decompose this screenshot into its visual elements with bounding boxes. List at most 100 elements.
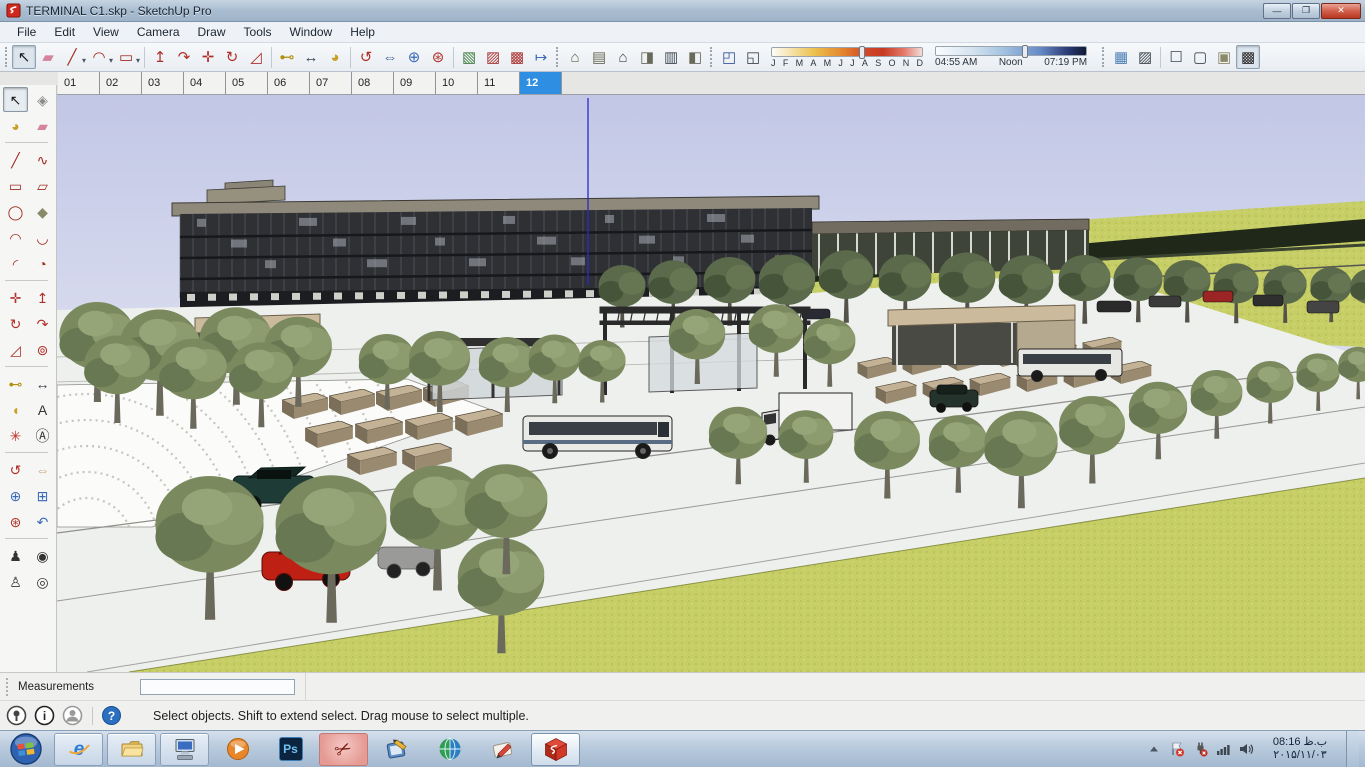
hidden-icons-arrow-icon[interactable] [1146,741,1162,757]
tape-measure-tool-icon[interactable]: ⊷ [3,371,28,396]
wireframe-style-icon[interactable]: ☐ [1164,45,1188,69]
polygon-tool-icon[interactable]: ◆ [30,199,55,224]
xray-style-icon[interactable]: ▦ [1109,45,1133,69]
taskbar-sketchup[interactable] [531,732,580,766]
taskbar-style-builder[interactable] [478,733,527,766]
menu-draw[interactable]: Draw [189,23,235,41]
measurements-input[interactable] [140,678,296,695]
help-status-icon[interactable]: ? [101,705,122,726]
taskbar-clock[interactable]: 08:16 ب.ظ ۲۰۱۵/۱۱/۰۳ [1261,736,1339,762]
scale-tool-icon[interactable]: ◿ [3,337,28,362]
dimension-tool-icon[interactable]: ↔ [30,371,55,396]
shadow-date-slider[interactable]: JFMAMJJASOND [771,45,924,68]
toolbar-grip[interactable] [1102,47,1106,67]
tape-measure-tool-icon[interactable]: ⊷ [275,45,299,69]
3d-text-tool-icon[interactable]: Ⓐ [30,423,55,448]
scene-tab-12[interactable]: 12 [520,72,562,94]
zoom-tool-icon[interactable]: ⊕ [3,483,28,508]
taskbar-remote-desktop[interactable] [160,732,209,766]
network-signal-icon[interactable] [1215,741,1231,757]
rotated-rectangle-tool-icon[interactable]: ▱ [30,173,55,198]
rectangle-tool-icon[interactable]: ▭ [3,173,28,198]
geolocation-status-icon[interactable] [6,705,27,726]
line-tool-dropdown[interactable]: ▾ [82,56,86,65]
action-center-flag-icon[interactable] [1169,741,1185,757]
rotate-tool-icon[interactable]: ↻ [3,311,28,336]
send-to-layout-icon[interactable]: ↦ [529,45,553,69]
make-component-tool-icon[interactable]: ◈ [30,87,55,112]
paint-bucket-tool-icon[interactable]: ◕ [323,45,347,69]
menu-camera[interactable]: Camera [128,23,189,41]
scene-tab-01[interactable]: 01 [58,72,100,94]
follow-me-tool-icon[interactable]: ↷ [30,311,55,336]
look-around-tool-icon[interactable]: ◉ [30,543,55,568]
taskbar-windows-explorer[interactable] [107,732,156,766]
freehand-tool-icon[interactable]: ∿ [30,147,55,172]
dimension-tool-icon[interactable]: ↔ [299,45,323,69]
arc-tool-dropdown[interactable]: ▾ [109,56,113,65]
line-tool-icon[interactable]: ╱ [3,147,28,172]
shaded-style-icon[interactable]: ▣ [1212,45,1236,69]
view-back-icon[interactable]: ▥ [659,45,683,69]
show-desktop-button[interactable] [1346,730,1359,767]
taskbar-snipping-tool[interactable]: ✂ [319,732,368,766]
view-top-icon[interactable]: ▤ [587,45,611,69]
text-tool-icon[interactable]: A [30,397,55,422]
circle-tool-icon[interactable]: ◯ [3,199,28,224]
shadow-time-slider[interactable]: 04:55 AM Noon 07:19 PM [935,45,1088,68]
menu-tools[interactable]: Tools [235,23,281,41]
push-pull-tool-icon[interactable]: ↥ [148,45,172,69]
date-slider-thumb[interactable] [859,45,866,59]
move-tool-icon[interactable]: ✛ [196,45,220,69]
view-front-icon[interactable]: ⌂ [611,45,635,69]
time-slider-thumb[interactable] [1021,45,1028,58]
menu-help[interactable]: Help [341,23,384,41]
scene-tab-09[interactable]: 09 [394,72,436,94]
move-tool-icon[interactable]: ✛ [3,285,28,310]
walk-tool-icon[interactable]: ♙ [3,569,28,594]
orbit-tool-icon[interactable]: ↺ [354,45,378,69]
scene-tab-05[interactable]: 05 [226,72,268,94]
start-button[interactable] [0,731,52,767]
menu-file[interactable]: File [8,23,45,41]
photo-textures-icon[interactable]: ▩ [505,45,529,69]
shadow-toggle-icon[interactable]: ◱ [741,45,765,69]
select-tool-icon[interactable]: ↖ [3,87,28,112]
minimize-button[interactable]: — [1263,2,1291,19]
eraser-tool-icon[interactable]: ▰ [36,45,60,69]
pie-tool-icon[interactable]: ◔ [30,251,55,276]
scene-tab-08[interactable]: 08 [352,72,394,94]
power-plug-icon[interactable] [1192,741,1208,757]
position-camera-tool-icon[interactable]: ♟ [3,543,28,568]
arc-tool-icon[interactable]: ◠ [3,225,28,250]
view-right-icon[interactable]: ◨ [635,45,659,69]
arc-tool-icon[interactable]: ◠ [87,45,111,69]
view-iso-icon[interactable]: ⌂ [563,45,587,69]
volume-speaker-icon[interactable] [1238,741,1254,757]
eraser-tool-icon[interactable]: ▰ [30,113,55,138]
paint-bucket-tool-icon[interactable]: ◕ [3,113,28,138]
line-tool-icon[interactable]: ╱ [60,45,84,69]
pan-tool-icon[interactable]: ⇔ [30,457,55,482]
rectangle-tool-dropdown[interactable]: ▾ [136,56,140,65]
scale-tool-icon[interactable]: ◿ [244,45,268,69]
add-location-icon[interactable]: ▧ [457,45,481,69]
zoom-extents-tool-icon[interactable]: ⊛ [3,509,28,534]
scene-tab-11[interactable]: 11 [478,72,520,94]
hidden-line-style-icon[interactable]: ▢ [1188,45,1212,69]
toolbar-grip[interactable] [710,47,714,67]
previous-view-tool-icon[interactable]: ↶ [30,509,55,534]
shadow-settings-icon[interactable]: ◰ [717,45,741,69]
taskbar-internet-explorer[interactable]: e [54,732,103,766]
navigation-tool-icon[interactable]: ◎ [30,569,55,594]
scene-tab-07[interactable]: 07 [310,72,352,94]
toolbar-grip[interactable] [556,47,560,67]
orbit-tool-icon[interactable]: ↺ [3,457,28,482]
scene-tab-10[interactable]: 10 [436,72,478,94]
rectangle-tool-icon[interactable]: ▭ [114,45,138,69]
measurements-grip[interactable] [6,677,10,696]
signin-status-icon[interactable] [62,705,83,726]
three-point-arc-tool-icon[interactable]: ◜ [3,251,28,276]
pan-tool-icon[interactable]: ⇔ [378,45,402,69]
close-button[interactable]: ✕ [1321,2,1361,19]
